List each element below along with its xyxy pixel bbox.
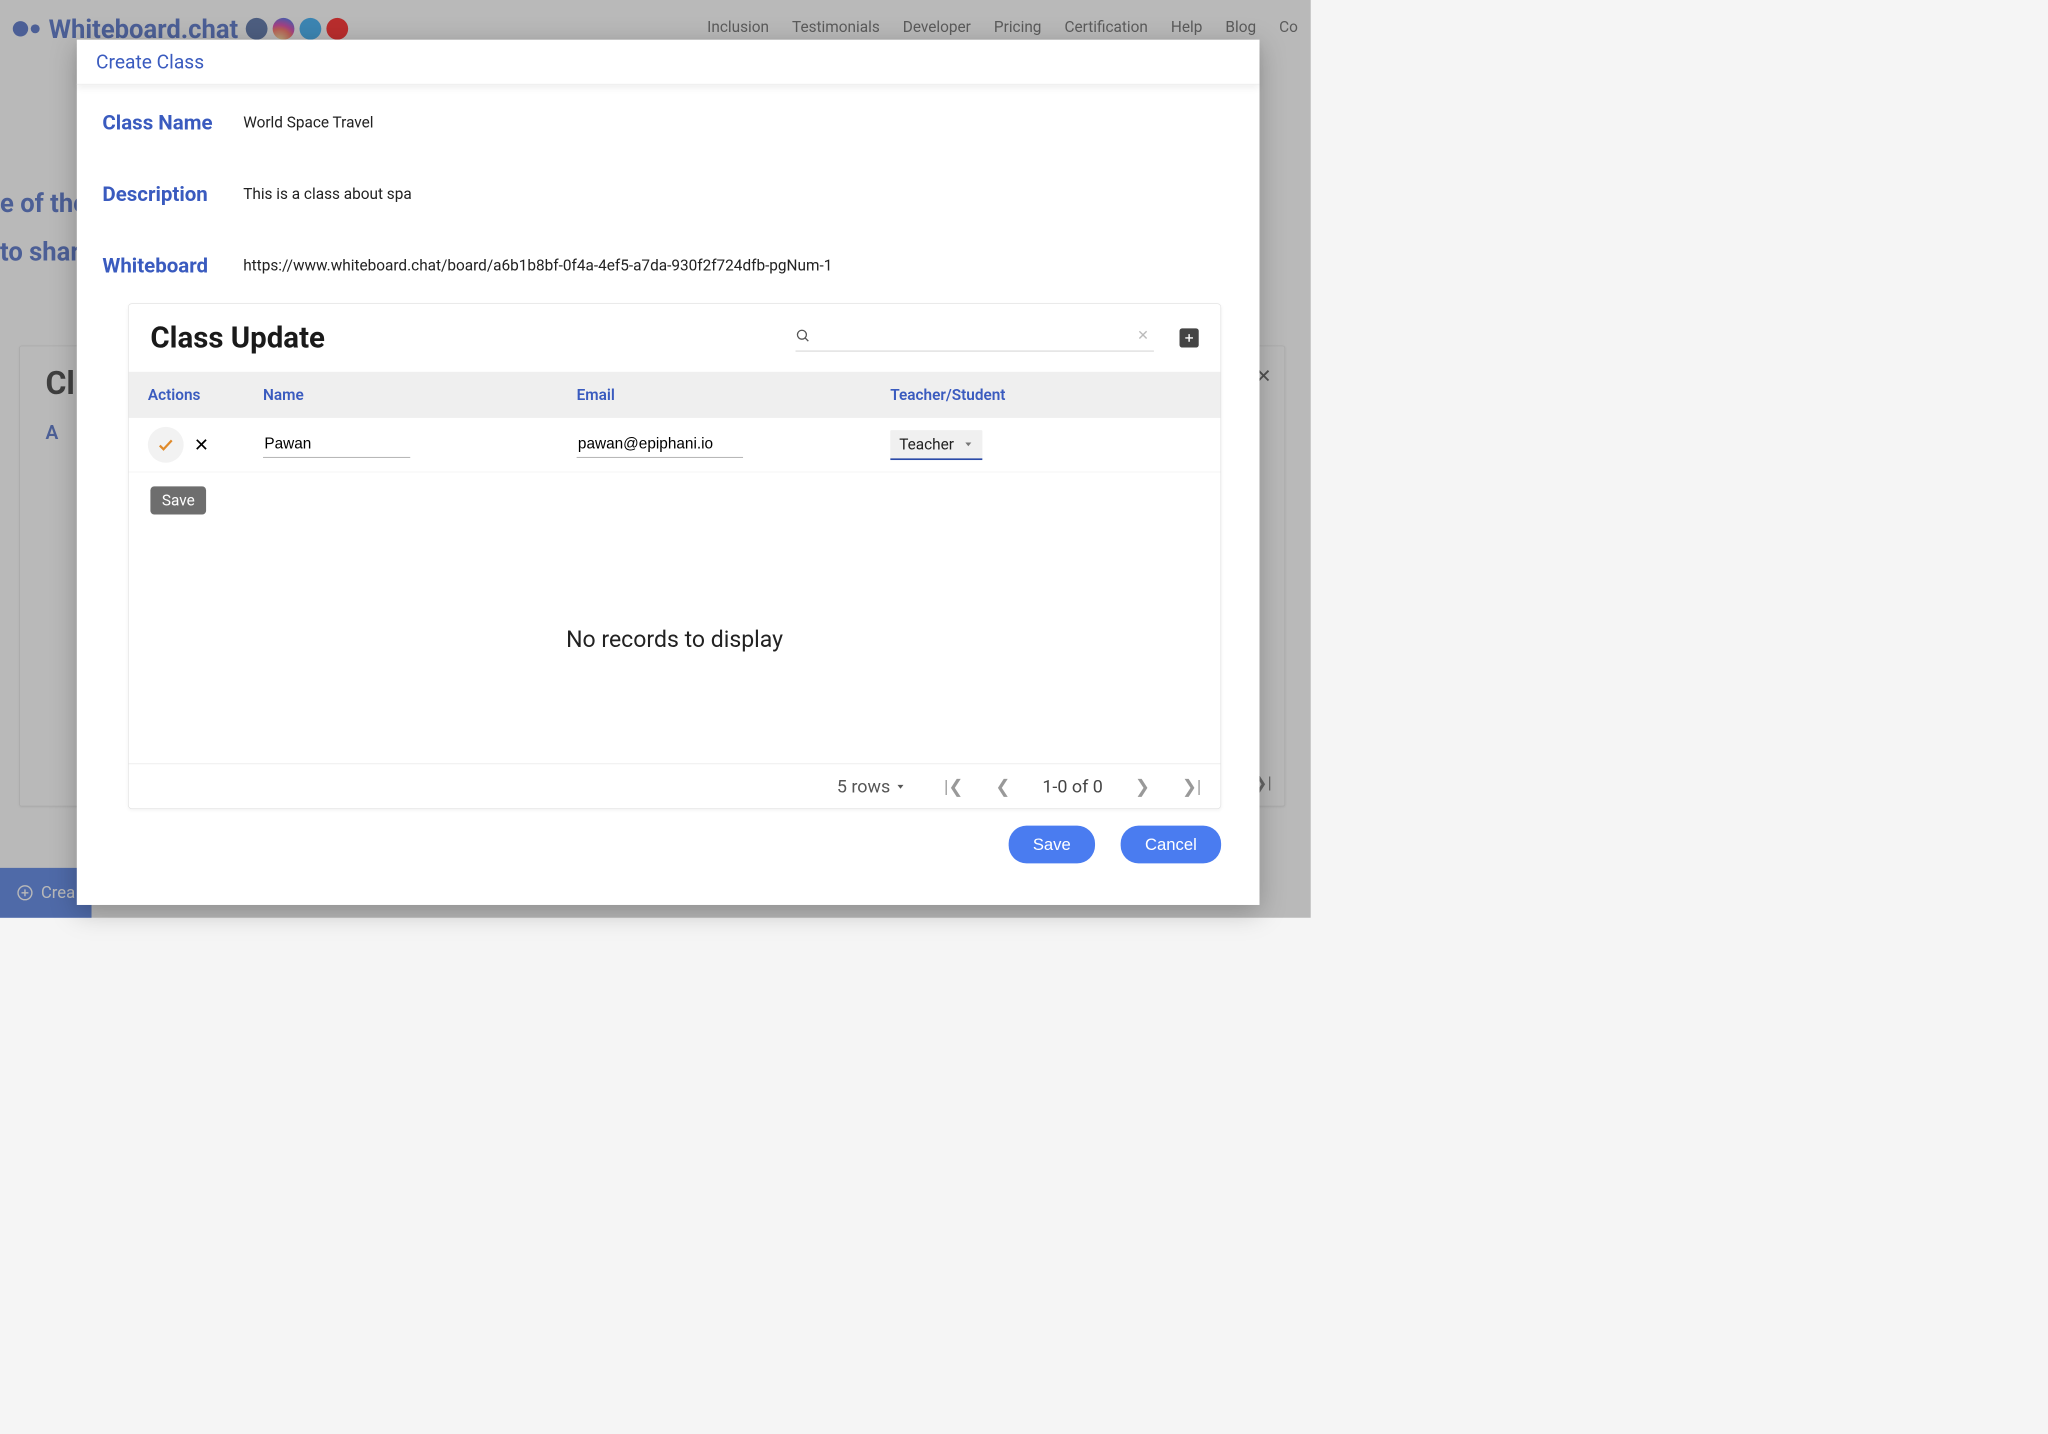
description-label: Description (102, 182, 243, 206)
class-update-card: Class Update ✕ Actions Name Email Teache… (128, 303, 1221, 809)
col-role: Teacher/Student (890, 386, 1201, 404)
card-title: Class Update (150, 321, 325, 356)
description-value[interactable]: This is a class about spa (243, 185, 411, 203)
search-icon (796, 328, 811, 343)
search-input[interactable] (817, 327, 1125, 344)
modal-title: Create Class (96, 51, 1240, 73)
form-area: Class Name World Space Travel Descriptio… (77, 84, 1260, 303)
last-page-icon[interactable]: ❯| (1182, 776, 1201, 797)
add-row-button[interactable] (1180, 328, 1199, 347)
cancel-button[interactable]: Cancel (1121, 826, 1221, 864)
table-row: ✕ Teacher (129, 418, 1221, 472)
save-button[interactable]: Save (1009, 826, 1096, 864)
whiteboard-row: Whiteboard https://www.whiteboard.chat/b… (102, 253, 1234, 277)
chevron-down-icon (895, 781, 905, 791)
card-header: Class Update ✕ (129, 304, 1221, 372)
table-header: Actions Name Email Teacher/Student (129, 372, 1221, 418)
description-row: Description This is a class about spa (102, 182, 1234, 206)
pagination: |❮ ❮ 1-0 of 0 ❯ ❯| (944, 776, 1201, 797)
page-range: 1-0 of 0 (1042, 776, 1103, 797)
check-icon (157, 436, 175, 454)
col-name: Name (263, 386, 577, 404)
role-select[interactable]: Teacher (890, 430, 982, 460)
cancel-row-button[interactable]: ✕ (194, 434, 209, 455)
empty-state: No records to display (129, 515, 1221, 764)
next-page-icon[interactable]: ❯ (1135, 776, 1150, 797)
row-name-input[interactable] (263, 432, 410, 457)
rows-per-page[interactable]: 5 rows (837, 776, 906, 797)
search-wrap[interactable]: ✕ (796, 325, 1154, 351)
class-name-label: Class Name (102, 110, 243, 134)
whiteboard-label: Whiteboard (102, 253, 243, 277)
first-page-icon[interactable]: |❮ (944, 776, 963, 797)
chevron-down-icon (963, 439, 973, 449)
clear-search-icon[interactable]: ✕ (1132, 325, 1154, 347)
col-email: Email (577, 386, 891, 404)
create-class-modal: Create Class Class Name World Space Trav… (77, 40, 1260, 905)
modal-titlebar: Create Class (77, 40, 1260, 85)
confirm-row-button[interactable] (148, 427, 184, 463)
prev-page-icon[interactable]: ❮ (995, 776, 1010, 797)
modal-actions: Save Cancel (77, 809, 1260, 875)
save-row-button[interactable]: Save (150, 486, 206, 514)
card-footer: 5 rows |❮ ❮ 1-0 of 0 ❯ ❯| (129, 764, 1221, 809)
class-name-row: Class Name World Space Travel (102, 110, 1234, 134)
role-value: Teacher (899, 435, 954, 453)
class-name-value[interactable]: World Space Travel (243, 113, 373, 131)
whiteboard-value[interactable]: https://www.whiteboard.chat/board/a6b1b8… (243, 257, 832, 275)
plus-icon (1183, 332, 1195, 344)
rows-label: 5 rows (837, 776, 890, 797)
col-actions: Actions (148, 386, 263, 404)
row-email-input[interactable] (577, 432, 743, 457)
